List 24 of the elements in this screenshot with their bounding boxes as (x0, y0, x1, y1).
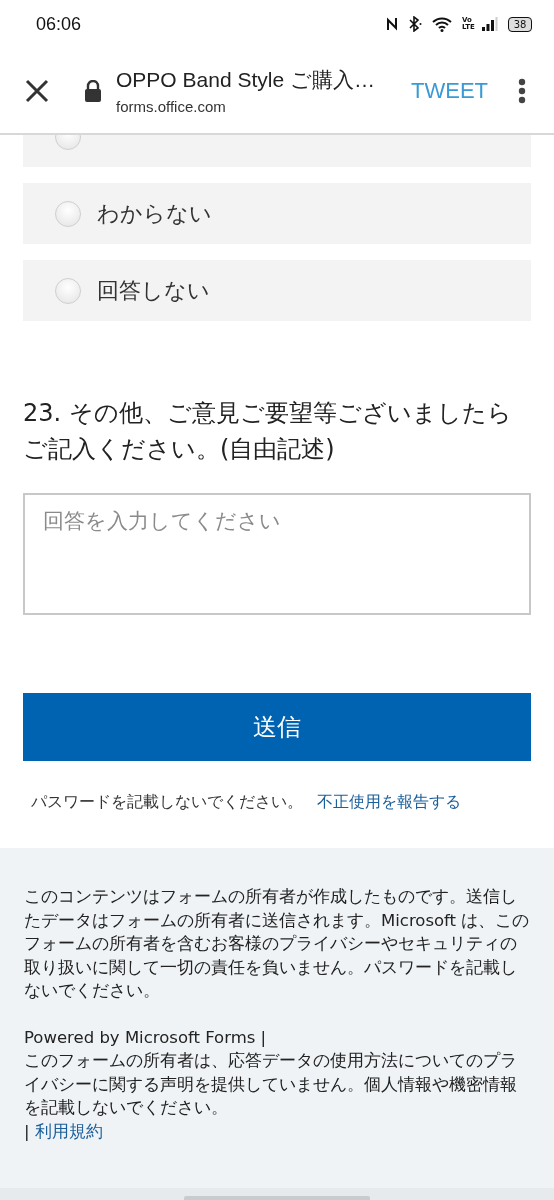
radio-button[interactable] (55, 277, 81, 304)
battery-icon: 38 (508, 16, 532, 32)
password-notice: パスワードを記載しないでください。 (31, 792, 303, 813)
terms-link[interactable]: 利用規約 (34, 1121, 103, 1141)
choice-option[interactable]: 回答しない (23, 260, 531, 321)
signal-icon (482, 17, 498, 31)
radio-button[interactable] (55, 200, 81, 227)
separator-text: | (24, 1121, 30, 1141)
choice-option[interactable]: わからない (23, 183, 531, 244)
menu-icon[interactable] (518, 77, 526, 104)
status-time: 06:06 (36, 13, 83, 35)
bluetooth-icon (408, 16, 422, 32)
footer-disclaimer: このコンテンツはフォームの所有者が作成したものです。送信したデータはフォームの所有者に送信されます。Microsoft は、このフォームの所有者を含むお客様のプライバシーやセキュリティの取り扱いに関して一切の責任を負いません。パスワードを記載しないでください。 (24, 886, 531, 1002)
wifi-icon (432, 16, 452, 32)
privacy-notice: このフォームの所有者は、応答データの使用方法についてのプライバシーに関する声明を提供していません。個人情報や機密情報を記載しないでください。 (24, 1050, 518, 1119)
submit-button[interactable]: 送信 (23, 693, 531, 761)
nfc-icon (386, 17, 398, 31)
question-title: 23. その他、ご意見ご要望等ございましたらご記入ください。(自由記述) (23, 398, 513, 465)
page-url: forms.office.com (116, 98, 227, 115)
report-link[interactable]: 不正使用を報告する (317, 792, 461, 813)
page-title: OPPO Band Style ご購入… (116, 67, 376, 93)
answer-field[interactable]: 回答を入力してください (23, 493, 531, 615)
lock-icon (84, 79, 102, 102)
powered-by-text: Powered by Microsoft Forms | (24, 1026, 268, 1049)
